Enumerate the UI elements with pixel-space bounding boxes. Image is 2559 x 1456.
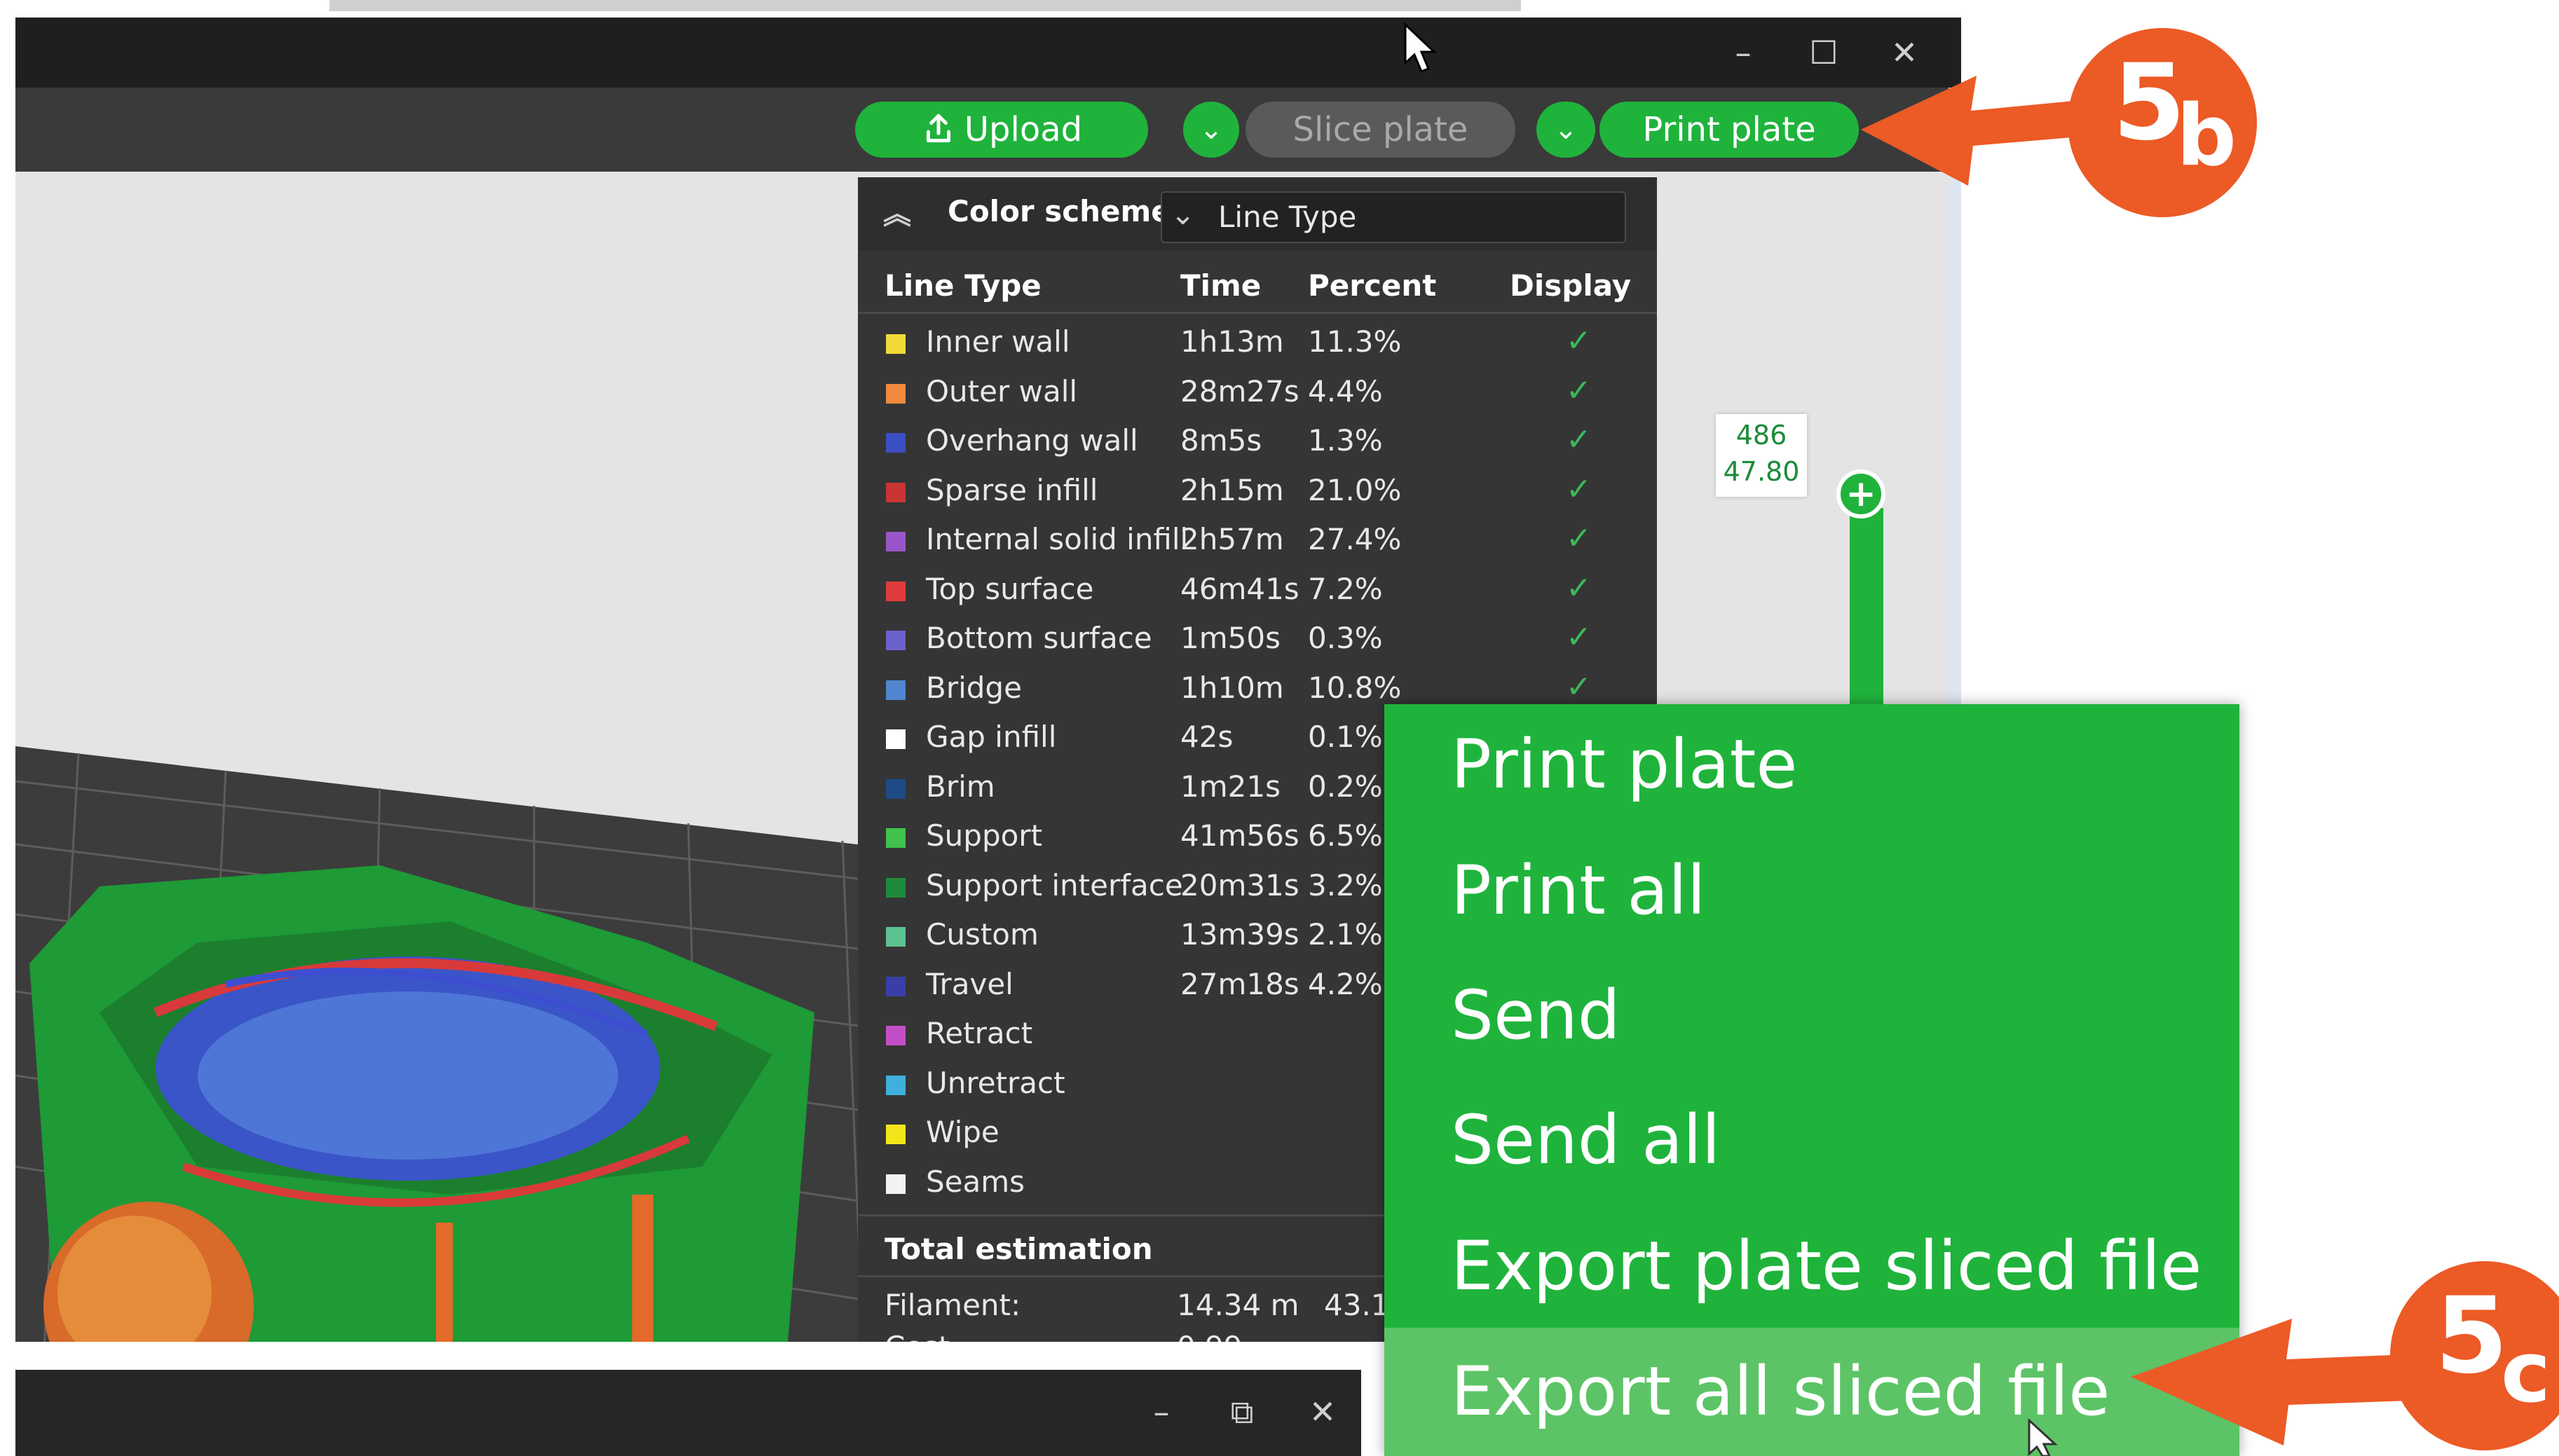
mouse-pointer-icon xyxy=(1404,22,1437,73)
callout-5c-number: 5 xyxy=(2435,1275,2509,1397)
callout-5b-number: 5 xyxy=(2113,42,2186,164)
mouse-pointer-icon xyxy=(2028,1419,2058,1456)
callout-arrows xyxy=(1861,76,2429,1445)
arrow-5c xyxy=(2131,1319,2429,1445)
callout-5b-letter: b xyxy=(2176,88,2237,185)
callout-5c-letter: c xyxy=(2501,1324,2551,1422)
callout-5b: 5 b xyxy=(2068,28,2257,217)
